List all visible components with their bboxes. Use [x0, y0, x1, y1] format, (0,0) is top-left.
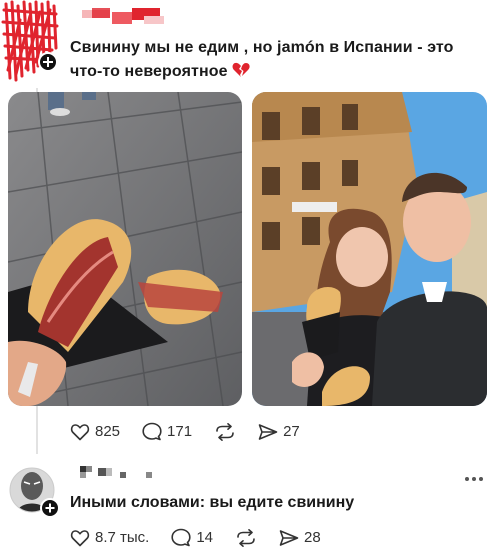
reply-like-button[interactable]: 8.7 тыс.	[70, 529, 149, 547]
more-options-icon[interactable]	[462, 470, 486, 481]
post-text-line-2: что-то невероятное	[70, 60, 480, 84]
share-button[interactable]: 27	[258, 423, 300, 441]
reply-share-button[interactable]: 28	[279, 529, 321, 547]
like-count: 825	[95, 423, 121, 440]
reply-comment-button[interactable]: 14	[171, 528, 213, 547]
comment-count: 171	[167, 423, 193, 440]
repost-icon	[235, 528, 257, 547]
share-count: 27	[283, 423, 300, 440]
broken-heart-icon	[232, 62, 250, 78]
repost-icon	[214, 422, 236, 441]
reply-username-pixelated[interactable]	[76, 464, 166, 482]
like-button[interactable]: 825	[70, 423, 120, 441]
heart-icon	[70, 529, 90, 547]
reply-comment-count: 14	[196, 529, 214, 546]
post-text: Свинину мы не едим , но jamón в Испании …	[70, 36, 480, 84]
reply-like-count: 8.7 тыс.	[95, 529, 150, 546]
reply-text: Иными словами: вы едите свинину	[70, 494, 355, 511]
heart-icon	[70, 423, 90, 441]
post-actions: 825 171 27	[70, 422, 322, 441]
post-text-line-1: Свинину мы не едим , но jamón в Испании …	[70, 39, 454, 56]
post-text-line-2-label: что-то невероятное	[70, 63, 228, 80]
photo-couple-selfie[interactable]	[252, 92, 487, 406]
comment-button[interactable]: 171	[142, 422, 192, 441]
repost-button[interactable]	[214, 422, 236, 441]
reply-actions: 8.7 тыс. 14 28	[70, 528, 343, 547]
reply-author-avatar[interactable]	[8, 466, 60, 518]
send-icon	[258, 423, 278, 441]
send-icon	[279, 529, 299, 547]
reply-repost-button[interactable]	[235, 528, 257, 547]
photo-sandwich-street[interactable]	[8, 92, 242, 406]
author-username-censored[interactable]	[82, 6, 172, 28]
reply-share-count: 28	[304, 529, 321, 546]
author-avatar[interactable]	[0, 0, 60, 82]
comment-bubble-icon	[142, 422, 162, 441]
comment-bubble-icon	[171, 528, 191, 547]
